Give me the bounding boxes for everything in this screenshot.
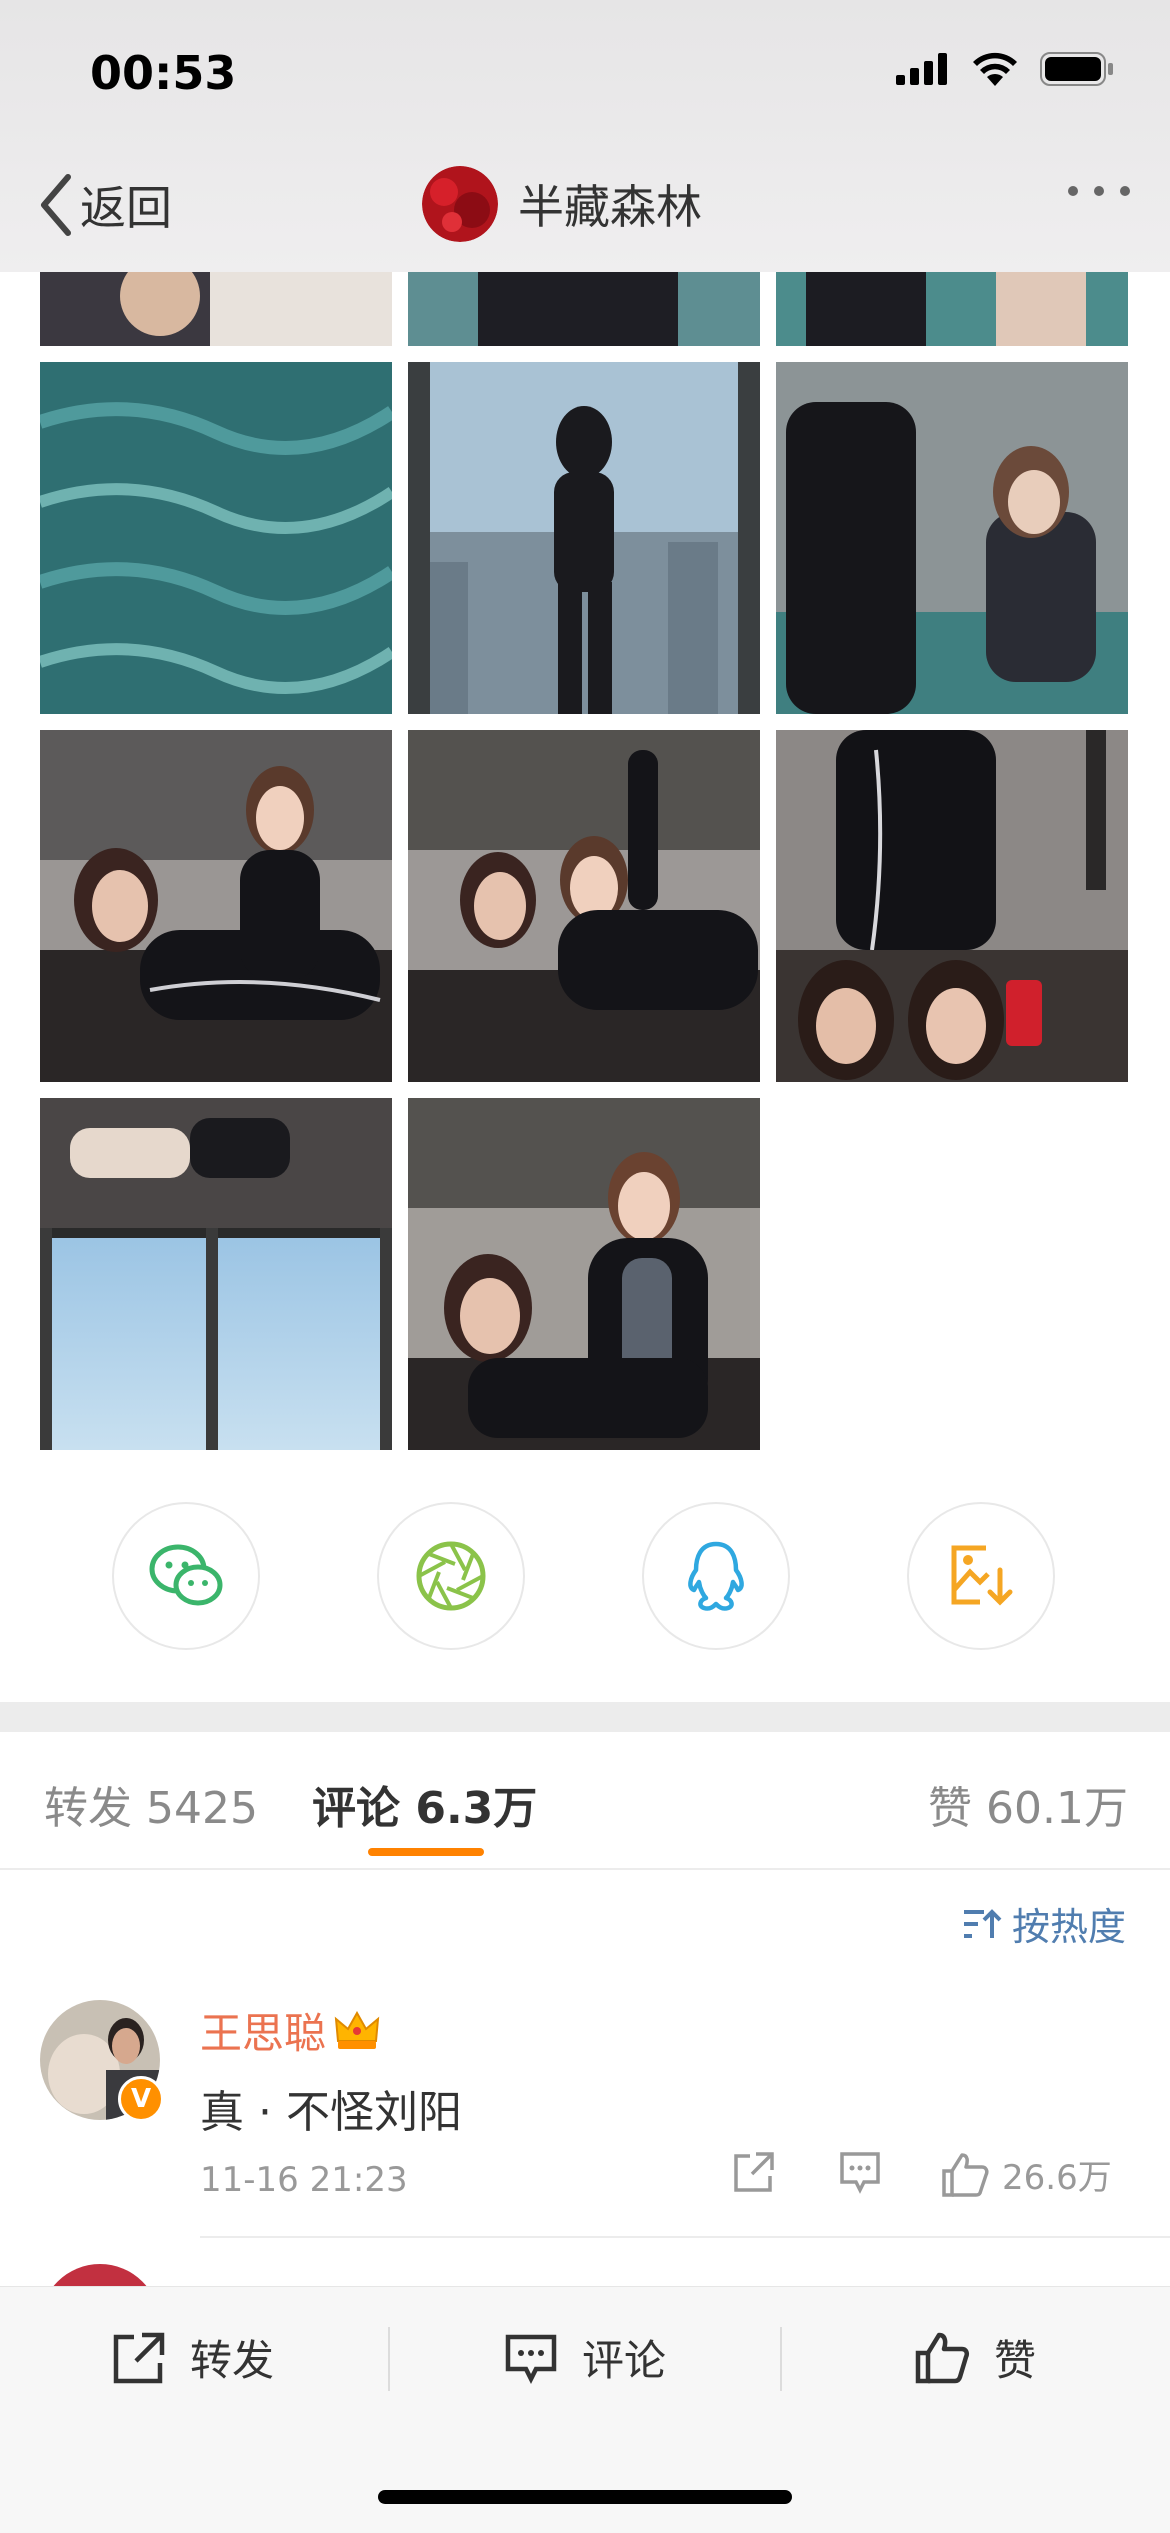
photo-1[interactable] [40,362,392,714]
cellular-signal-icon [896,53,947,85]
tab-reposts-label: 转发 [44,1783,132,1834]
tab-likes-label: 赞 [928,1783,972,1834]
tab-comments-label: 评论 [312,1783,400,1834]
comment-like-count: 26.6万 [1002,2158,1112,2198]
comment-text: 真 · 不怪刘阳 [200,2087,462,2138]
home-indicator[interactable] [378,2490,792,2504]
bottom-repost-label: 转发 [190,2336,275,2385]
verified-badge: V [118,2076,164,2122]
comment-timestamp: 11-16 21:23 [200,2160,408,2200]
bottom-like-label: 赞 [994,2336,1037,2385]
sort-by-hot-button[interactable]: 按热度 [962,1896,1126,1951]
share-moments-button[interactable] [377,1502,525,1650]
thumbs-up-icon [942,2152,989,2197]
share-qq-button[interactable] [642,1502,790,1650]
repost-icon [113,2332,165,2383]
save-image-button[interactable] [907,1502,1055,1650]
sort-icon [963,1908,1002,1938]
profile-title[interactable]: 半藏森林 [422,166,702,242]
status-time: 00:53 [90,46,237,100]
save-image-icon [951,1545,1013,1606]
more-dot-icon [1094,186,1104,196]
bottom-like-button[interactable]: 赞 [914,2327,1036,2388]
commenter-name: 王思聪 [200,2009,327,2058]
photo-8[interactable] [408,1098,760,1450]
status-icons [896,52,1114,86]
comment-like-button[interactable]: 26.6万 [940,2150,1112,2199]
bottom-separator [388,2327,390,2391]
comment-icon [505,2334,557,2384]
thumbs-up-icon [915,2332,970,2383]
active-tab-indicator [368,1848,484,1856]
comment-icon [840,2152,880,2194]
tab-likes-count: 60.1万 [986,1783,1128,1834]
bottom-comment-button[interactable]: 评论 [504,2327,666,2388]
bottom-comment-label: 评论 [582,2336,667,2385]
back-button[interactable]: 返回 [38,172,172,238]
navigation-bar: 返回 半藏森林 [0,160,1170,256]
more-dot-icon [1120,186,1130,196]
tab-comments-count: 6.3万 [415,1783,538,1834]
wifi-icon [973,52,1017,86]
moments-icon [416,1541,486,1611]
photo-6[interactable] [776,730,1128,1082]
section-divider [0,1702,1170,1732]
more-dot-icon [1068,186,1078,196]
top-bar: 00:53 返回 半藏森林 [0,0,1170,272]
comment-reply-button[interactable] [838,2150,882,2194]
bottom-separator [780,2327,782,2391]
chevron-left-icon [41,174,71,236]
comment-divider [200,2236,1170,2238]
crown-icon [334,2010,380,2049]
bottom-repost-button[interactable]: 转发 [112,2327,274,2388]
photo-5[interactable] [408,730,760,1082]
sort-label: 按热度 [1011,1905,1126,1949]
battery-icon [1040,52,1113,86]
photo-2[interactable] [408,362,760,714]
photo-3[interactable] [776,362,1128,714]
photo-4[interactable] [40,730,392,1082]
tab-reposts-count: 5425 [146,1783,258,1834]
back-label: 返回 [80,181,172,235]
qq-icon [688,1541,744,1611]
more-options-button[interactable] [1068,186,1130,196]
share-wechat-button[interactable] [112,1502,260,1650]
repost-icon [734,2152,774,2192]
avatar [422,166,498,242]
page-title: 半藏森林 [518,180,702,234]
photo-7[interactable] [40,1098,392,1450]
comment-repost-button[interactable] [732,2150,776,2194]
tab-likes[interactable]: 赞 60.1万 [928,1772,1128,1836]
wechat-icon [149,1544,223,1606]
commenter-name-row[interactable]: 王思聪 [200,2000,380,2061]
tab-reposts[interactable]: 转发 5425 [44,1772,258,1836]
tab-comments[interactable]: 评论 6.3万 [312,1772,537,1836]
tab-divider [0,1868,1170,1870]
